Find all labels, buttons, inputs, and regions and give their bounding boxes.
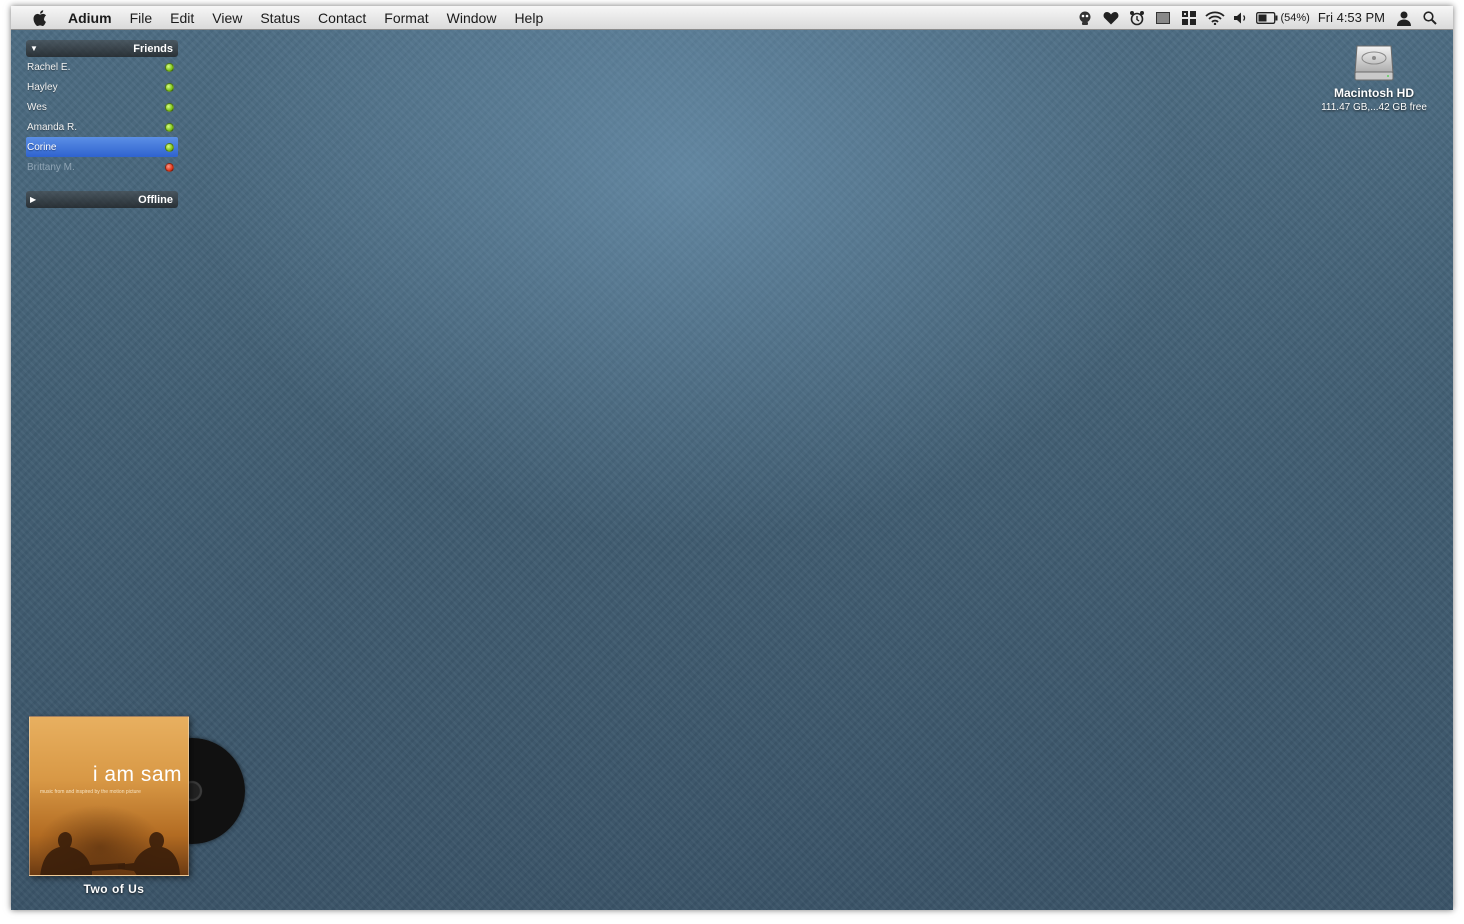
- menu-status[interactable]: Status: [251, 6, 309, 30]
- contact-name: Brittany M.: [27, 161, 75, 173]
- menu-window[interactable]: Window: [438, 6, 506, 30]
- menu-file[interactable]: File: [121, 6, 162, 30]
- battery-icon[interactable]: [1254, 6, 1280, 30]
- display-icon[interactable]: [1150, 6, 1176, 30]
- contact-name: Corine: [27, 141, 57, 153]
- menu-clock[interactable]: Fri 4:53 PM: [1312, 10, 1391, 25]
- contact-row-selected[interactable]: Corine: [26, 137, 178, 157]
- album-cover: music from and inspired by the motion pi…: [29, 716, 189, 876]
- contact-row[interactable]: Amanda R.: [26, 117, 178, 137]
- drive-name: Macintosh HD: [1333, 86, 1414, 100]
- contact-name: Amanda R.: [27, 121, 78, 133]
- macintosh-hd-desktop-icon[interactable]: Macintosh HD 111.47 GB,...42 GB free: [1309, 38, 1439, 113]
- disclosure-triangle-right-icon[interactable]: ▶: [30, 195, 36, 204]
- heart-icon[interactable]: [1098, 6, 1124, 30]
- menu-help[interactable]: Help: [505, 6, 552, 30]
- battery-percent[interactable]: (54%): [1280, 12, 1311, 24]
- spotlight-search-icon[interactable]: [1417, 6, 1443, 30]
- track-title: Two of Us: [83, 882, 145, 896]
- now-playing-widget[interactable]: music from and inspired by the motion pi…: [29, 716, 245, 906]
- drive-info: 111.47 GB,...42 GB free: [1321, 102, 1427, 113]
- available-status-icon: [165, 62, 174, 72]
- menu-contact[interactable]: Contact: [309, 6, 375, 30]
- menu-edit[interactable]: Edit: [161, 6, 203, 30]
- album-silhouettes-icon: [40, 832, 180, 875]
- available-status-icon: [165, 142, 174, 152]
- adium-contact-list: ▼ Friends Rachel E. Hayley Wes Amanda R.…: [26, 40, 178, 208]
- menu-extras: (54%) Fri 4:53 PM: [1072, 6, 1453, 30]
- available-status-icon: [165, 122, 174, 132]
- group-name: Offline: [138, 193, 173, 206]
- contact-name: Wes: [27, 101, 47, 113]
- apple-icon[interactable]: [21, 6, 59, 30]
- menu-format[interactable]: Format: [375, 6, 437, 30]
- user-icon[interactable]: [1391, 6, 1417, 30]
- contact-row[interactable]: Rachel E.: [26, 57, 178, 77]
- contact-row[interactable]: Brittany M.: [26, 157, 178, 177]
- away-status-icon: [165, 162, 174, 172]
- available-status-icon: [165, 102, 174, 112]
- album-subtitle: music from and inspired by the motion pi…: [40, 789, 141, 795]
- contact-name: Rachel E.: [27, 61, 71, 73]
- hard-drive-icon: [1354, 45, 1394, 81]
- adium-duck-icon[interactable]: [1072, 6, 1098, 30]
- menu-bar: Adium File Edit View Status Contact Form…: [11, 6, 1453, 30]
- volume-icon[interactable]: [1228, 6, 1254, 30]
- group-header-friends[interactable]: ▼ Friends: [26, 40, 178, 57]
- alarm-clock-icon[interactable]: [1124, 6, 1150, 30]
- contact-row[interactable]: Hayley: [26, 77, 178, 97]
- contact-row[interactable]: Wes: [26, 97, 178, 117]
- contact-name: Hayley: [27, 81, 58, 93]
- available-status-icon: [165, 82, 174, 92]
- album-title: i am sam: [92, 763, 182, 786]
- disclosure-triangle-down-icon[interactable]: ▼: [30, 44, 38, 53]
- spaces-icon[interactable]: [1176, 6, 1202, 30]
- wifi-icon[interactable]: [1202, 6, 1228, 30]
- desktop: Adium File Edit View Status Contact Form…: [11, 6, 1453, 910]
- group-header-offline[interactable]: ▶ Offline: [26, 191, 178, 208]
- group-name: Friends: [133, 42, 173, 55]
- menu-app-adium[interactable]: Adium: [59, 6, 121, 30]
- menu-view[interactable]: View: [203, 6, 251, 30]
